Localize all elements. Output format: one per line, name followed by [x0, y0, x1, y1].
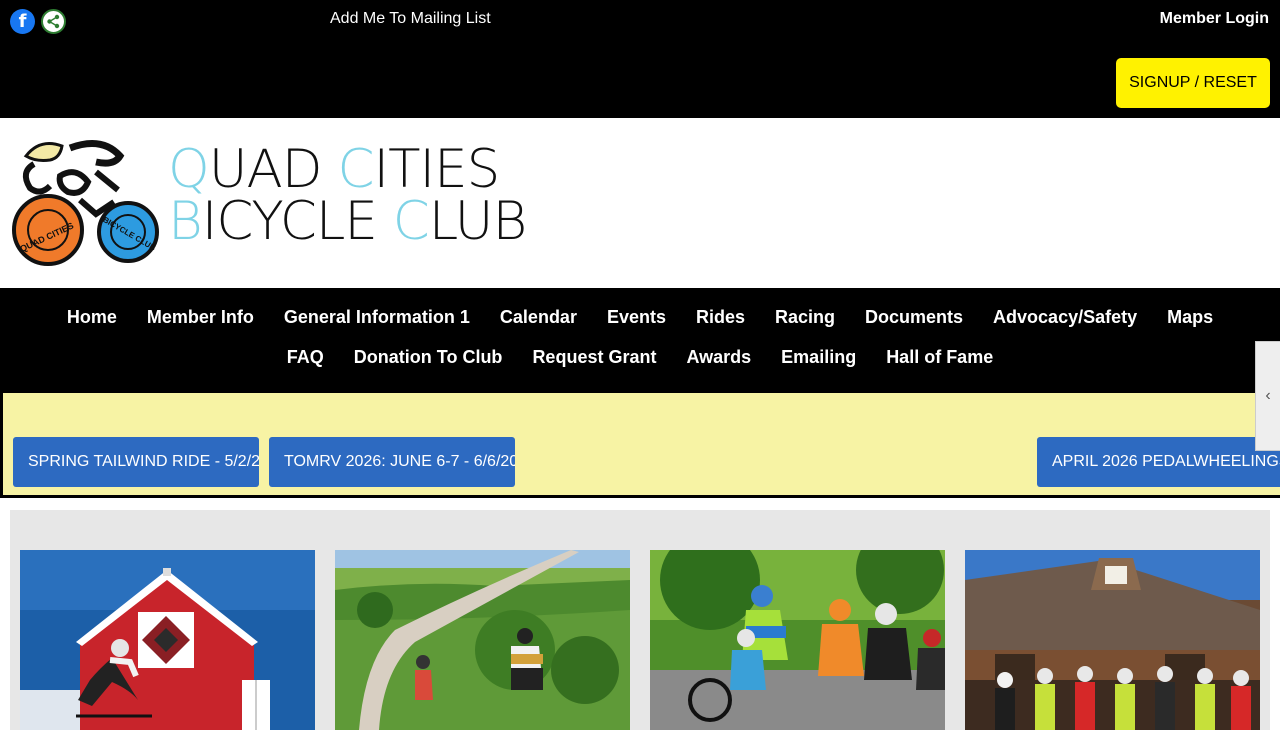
announcement-pedalwheelings[interactable]: APRIL 2026 PEDALWHEELINGS [1037, 437, 1280, 487]
nav-item-calendar[interactable]: Calendar [500, 307, 577, 328]
race-peloton-photo[interactable] [650, 550, 945, 730]
nav-item-hall-of-fame[interactable]: Hall of Fame [886, 347, 993, 368]
share-icon[interactable] [41, 9, 66, 34]
nav-row-1: Home Member Info General Information 1 C… [0, 307, 1280, 328]
nav-item-member-info[interactable]: Member Info [147, 307, 254, 328]
chevron-left-icon: ‹ [1265, 387, 1271, 404]
club-logo[interactable]: QUAD CITIES BICYCLE CLUB [10, 132, 162, 270]
top-bar: f Add Me To Mailing List Member Login SI… [0, 0, 1280, 118]
club-name: QUAD CITIES BICYCLE CLUB [168, 139, 527, 252]
side-panel-toggle[interactable]: ‹ [1255, 341, 1280, 451]
site-header: QUAD CITIES BICYCLE CLUB QUAD CITIES BIC… [0, 118, 1280, 288]
nav-item-request-grant[interactable]: Request Grant [532, 347, 656, 368]
social-icons: f [10, 9, 66, 34]
nav-item-awards[interactable]: Awards [686, 347, 751, 368]
announcement-strip: SPRING TAILWIND RIDE - 5/2/2026 TOMRV 20… [0, 390, 1280, 498]
announcement-spring-tailwind[interactable]: SPRING TAILWIND RIDE - 5/2/2026 [13, 437, 259, 487]
nav-item-home[interactable]: Home [67, 307, 117, 328]
nav-item-general-information[interactable]: General Information 1 [284, 307, 470, 328]
nav-item-emailing[interactable]: Emailing [781, 347, 856, 368]
gravel-road-cyclists-photo[interactable] [335, 550, 630, 730]
club-name-line-1: QUAD CITIES [168, 139, 500, 200]
nav-item-faq[interactable]: FAQ [287, 347, 324, 368]
nav-item-advocacy-safety[interactable]: Advocacy/Safety [993, 307, 1137, 328]
announcement-tomrv[interactable]: TOMRV 2026: JUNE 6-7 - 6/6/2026 [269, 437, 515, 487]
nav-item-donation[interactable]: Donation To Club [354, 347, 503, 368]
nav-item-events[interactable]: Events [607, 307, 666, 328]
nav-row-2: FAQ Donation To Club Request Grant Award… [0, 347, 1280, 368]
nav-item-racing[interactable]: Racing [775, 307, 835, 328]
facebook-icon[interactable]: f [10, 9, 35, 34]
nav-item-documents[interactable]: Documents [865, 307, 963, 328]
main-navigation: Home Member Info General Information 1 C… [0, 288, 1280, 390]
red-barn-cyclist-photo[interactable] [20, 550, 315, 730]
member-login-link[interactable]: Member Login [1160, 10, 1269, 28]
photo-gallery [10, 510, 1270, 730]
group-ride-lodge-photo[interactable] [965, 550, 1260, 730]
signup-reset-button[interactable]: SIGNUP / RESET [1116, 58, 1270, 108]
nav-item-rides[interactable]: Rides [696, 307, 745, 328]
club-name-line-2: BICYCLE CLUB [168, 191, 527, 252]
share-glyph-icon [47, 14, 60, 29]
mailing-list-link[interactable]: Add Me To Mailing List [330, 10, 491, 28]
nav-item-maps[interactable]: Maps [1167, 307, 1213, 328]
